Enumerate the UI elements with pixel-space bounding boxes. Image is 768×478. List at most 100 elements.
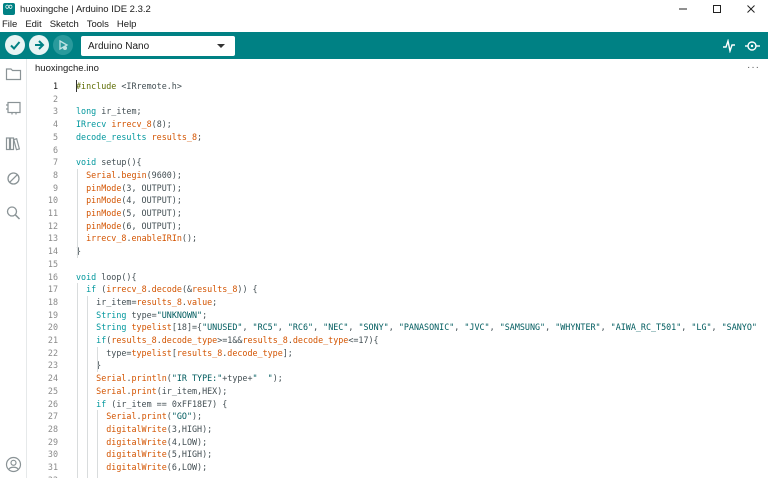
code-line[interactable]: 17 if (irrecv_8.decode(&results_8)) {: [27, 283, 768, 296]
code-line[interactable]: 15: [27, 258, 768, 271]
debug-panel-button[interactable]: [4, 169, 23, 188]
code-line[interactable]: 13 irrecv_8.enableIRIn();: [27, 232, 768, 245]
line-number: 26: [47, 398, 58, 409]
code-text: String typelist[18]={"UNUSED", "RC5", "R…: [96, 322, 757, 333]
code-line[interactable]: 2: [27, 93, 768, 106]
serial-monitor-button[interactable]: [744, 37, 762, 55]
code-line[interactable]: 26 if (ir_item == 0xFF18E7) {: [27, 398, 768, 411]
board-selector[interactable]: Arduino Nano: [81, 36, 235, 56]
menu-bar: File Edit Sketch Tools Help: [0, 18, 768, 32]
code-text: digitalWrite(4,LOW);: [106, 436, 208, 447]
sketchbook-icon: [5, 68, 22, 81]
account-button[interactable]: [4, 455, 23, 474]
indent-guide: [97, 346, 98, 373]
menu-help[interactable]: Help: [113, 18, 141, 32]
close-button[interactable]: [734, 0, 768, 18]
upload-button[interactable]: [29, 35, 49, 55]
code-line[interactable]: 31 digitalWrite(6,LOW);: [27, 461, 768, 474]
toolbar: Arduino Nano: [0, 32, 768, 59]
close-icon: [747, 5, 755, 13]
code-text: pinMode(6, OUTPUT);: [86, 220, 182, 231]
verify-button[interactable]: [5, 35, 25, 55]
line-number: 31: [47, 462, 58, 472]
more-options-icon[interactable]: ···: [747, 62, 760, 73]
line-number: 9: [52, 182, 58, 193]
sketchbook-button[interactable]: [4, 64, 23, 83]
code-line[interactable]: 14}: [27, 245, 768, 258]
boards-manager-button[interactable]: [4, 98, 23, 117]
line-number: 13: [47, 233, 58, 244]
code-line[interactable]: 19 String type="UNKNOWN";: [27, 309, 768, 322]
code-text: pinMode(3, OUTPUT);: [86, 182, 182, 193]
code-line[interactable]: 22 type=typelist[results_8.decode_type];: [27, 347, 768, 360]
line-number: 20: [47, 322, 58, 333]
line-number: 8: [52, 169, 58, 180]
code-line[interactable]: 10 pinMode(4, OUTPUT);: [27, 194, 768, 207]
debug-button[interactable]: [53, 35, 73, 55]
serial-monitor-icon: [745, 41, 760, 51]
line-number: 30: [47, 449, 58, 460]
minimize-button[interactable]: [666, 0, 700, 18]
library-manager-icon: [5, 137, 21, 151]
code-editor[interactable]: 1 #include <IRremote.h> 2 3 long ir_item; 4 IR…: [27, 80, 768, 478]
code-text: Serial.begin(9600);: [86, 169, 182, 180]
text-cursor: [76, 80, 77, 92]
window-controls: [666, 0, 768, 18]
line-number: 5: [52, 131, 58, 142]
code-line[interactable]: 18 ir_item=results_8.value;: [27, 296, 768, 309]
code-line[interactable]: 24 Serial.println("IR TYPE:"+type+" ");: [27, 372, 768, 385]
code-line[interactable]: 7 void setup(){: [27, 156, 768, 169]
window-title: huoxingche | Arduino IDE 2.3.2: [20, 3, 151, 15]
search-icon: [6, 206, 21, 220]
code-line[interactable]: 29 digitalWrite(4,LOW);: [27, 436, 768, 449]
search-button[interactable]: [4, 203, 23, 222]
code-text: String type="UNKNOWN";: [96, 309, 208, 320]
code-line[interactable]: 28 digitalWrite(3,HIGH);: [27, 423, 768, 436]
code-line[interactable]: 32: [27, 474, 768, 478]
tab-huoxingche-ino[interactable]: huoxingche.ino: [27, 59, 107, 80]
line-number: 27: [47, 411, 58, 422]
code-text: if (ir_item == 0xFF18E7) {: [96, 398, 228, 409]
code-line[interactable]: 8 Serial.begin(9600);: [27, 169, 768, 182]
code-text: if (irrecv_8.decode(&results_8)) {: [86, 284, 258, 295]
code-line[interactable]: 4 IRrecv irrecv_8(8);: [27, 118, 768, 131]
menu-tools[interactable]: Tools: [83, 18, 113, 32]
menu-edit[interactable]: Edit: [21, 18, 45, 32]
code-line[interactable]: 30 digitalWrite(5,HIGH);: [27, 448, 768, 461]
code-text: #include <IRremote.h>: [76, 81, 182, 91]
code-line[interactable]: 25 Serial.print(ir_item,HEX);: [27, 385, 768, 398]
code-line[interactable]: 1 #include <IRremote.h>: [27, 80, 768, 93]
line-number: 4: [52, 119, 58, 130]
code-text: irrecv_8.enableIRIn();: [86, 233, 198, 244]
code-line[interactable]: 12 pinMode(6, OUTPUT);: [27, 220, 768, 233]
code-line[interactable]: 23 }: [27, 359, 768, 372]
line-number: 25: [47, 385, 58, 396]
code-line[interactable]: 20 String typelist[18]={"UNUSED", "RC5",…: [27, 321, 768, 334]
debug-icon: [7, 172, 20, 185]
boards-manager-icon: [6, 101, 21, 115]
menu-file[interactable]: File: [0, 18, 21, 32]
code-line[interactable]: 11 pinMode(5, OUTPUT);: [27, 207, 768, 220]
code-line[interactable]: 27 Serial.print("GO");: [27, 410, 768, 423]
code-text: Serial.print("GO");: [106, 411, 203, 422]
code-line[interactable]: 5 decode_results results_8;: [27, 131, 768, 144]
indent-guide: [77, 168, 78, 258]
serial-plotter-button[interactable]: [720, 37, 738, 55]
library-manager-button[interactable]: [4, 134, 23, 153]
check-icon: [10, 41, 21, 50]
code-text: Serial.println("IR TYPE:"+type+" ");: [96, 373, 283, 384]
code-text: Serial.print(ir_item,HEX);: [96, 385, 228, 396]
minimize-icon: [679, 8, 687, 10]
code-line[interactable]: 3 long ir_item;: [27, 105, 768, 118]
code-text: if(results_8.decode_type>=1&&results_8.d…: [96, 335, 379, 345]
menu-sketch[interactable]: Sketch: [46, 18, 83, 32]
maximize-button[interactable]: [700, 0, 734, 18]
code-line[interactable]: 16 void loop(){: [27, 271, 768, 284]
code-line[interactable]: 6: [27, 144, 768, 157]
code-line[interactable]: 9 pinMode(3, OUTPUT);: [27, 182, 768, 195]
indent-guide: [97, 410, 98, 478]
line-number: 29: [47, 436, 58, 447]
code-text: pinMode(4, OUTPUT);: [86, 195, 182, 206]
code-line[interactable]: 21 if(results_8.decode_type>=1&&results_…: [27, 334, 768, 347]
line-number: 16: [47, 271, 58, 282]
